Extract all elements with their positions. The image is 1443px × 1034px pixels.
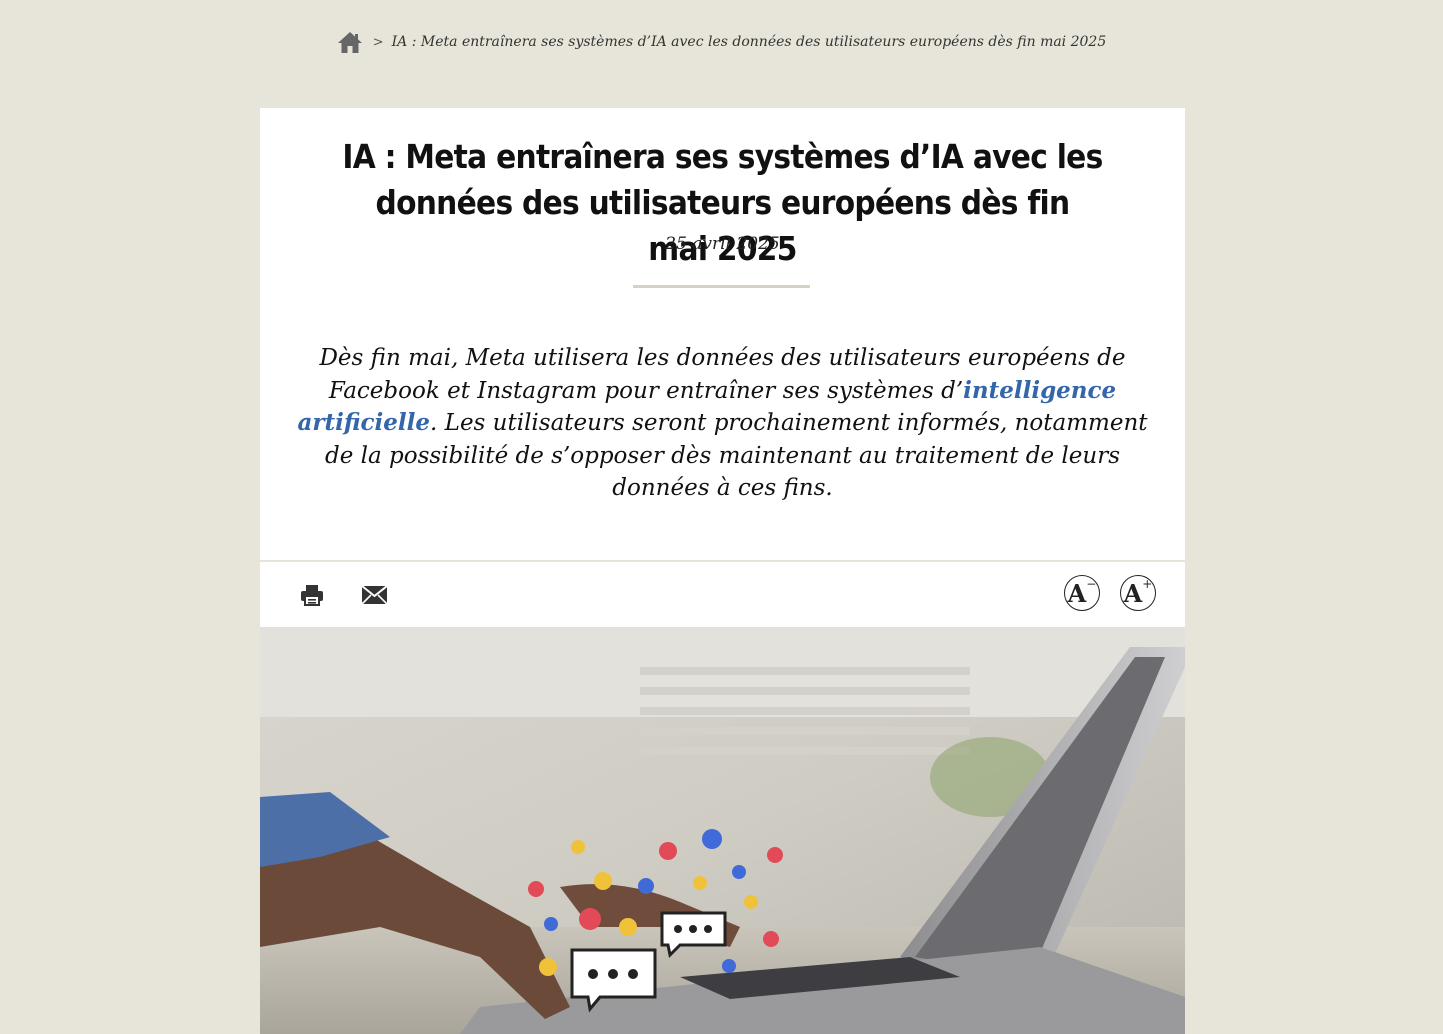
article-card: IA : Meta entraînera ses systèmes d’IA a…	[260, 108, 1185, 1034]
mail-icon[interactable]	[361, 585, 388, 605]
font-increase-sign: +	[1142, 577, 1153, 591]
font-increase-letter: A	[1123, 578, 1143, 608]
font-decrease-letter: A	[1067, 578, 1087, 608]
font-decrease-button[interactable]: A −	[1064, 575, 1100, 611]
article-image	[260, 627, 1185, 1034]
title-divider	[633, 285, 810, 288]
font-decrease-sign: −	[1086, 577, 1097, 591]
lead-text-part2: . Les utilisateurs seront prochainement …	[324, 410, 1148, 501]
breadcrumb-separator: >	[372, 34, 384, 50]
print-icon[interactable]	[300, 584, 324, 606]
font-increase-button[interactable]: A +	[1120, 575, 1156, 611]
breadcrumb-current: IA : Meta entraînera ses systèmes d’IA a…	[391, 34, 1107, 50]
laptop-social-media-illustration	[260, 627, 1185, 1034]
article-date: 25 avril 2025	[665, 234, 780, 254]
article-lead: Dès fin mai, Meta utilisera les données …	[288, 342, 1157, 505]
breadcrumb: > IA : Meta entraînera ses systèmes d’IA…	[0, 30, 1443, 54]
article-toolbar: A − A +	[260, 562, 1185, 627]
home-icon[interactable]	[337, 30, 363, 54]
